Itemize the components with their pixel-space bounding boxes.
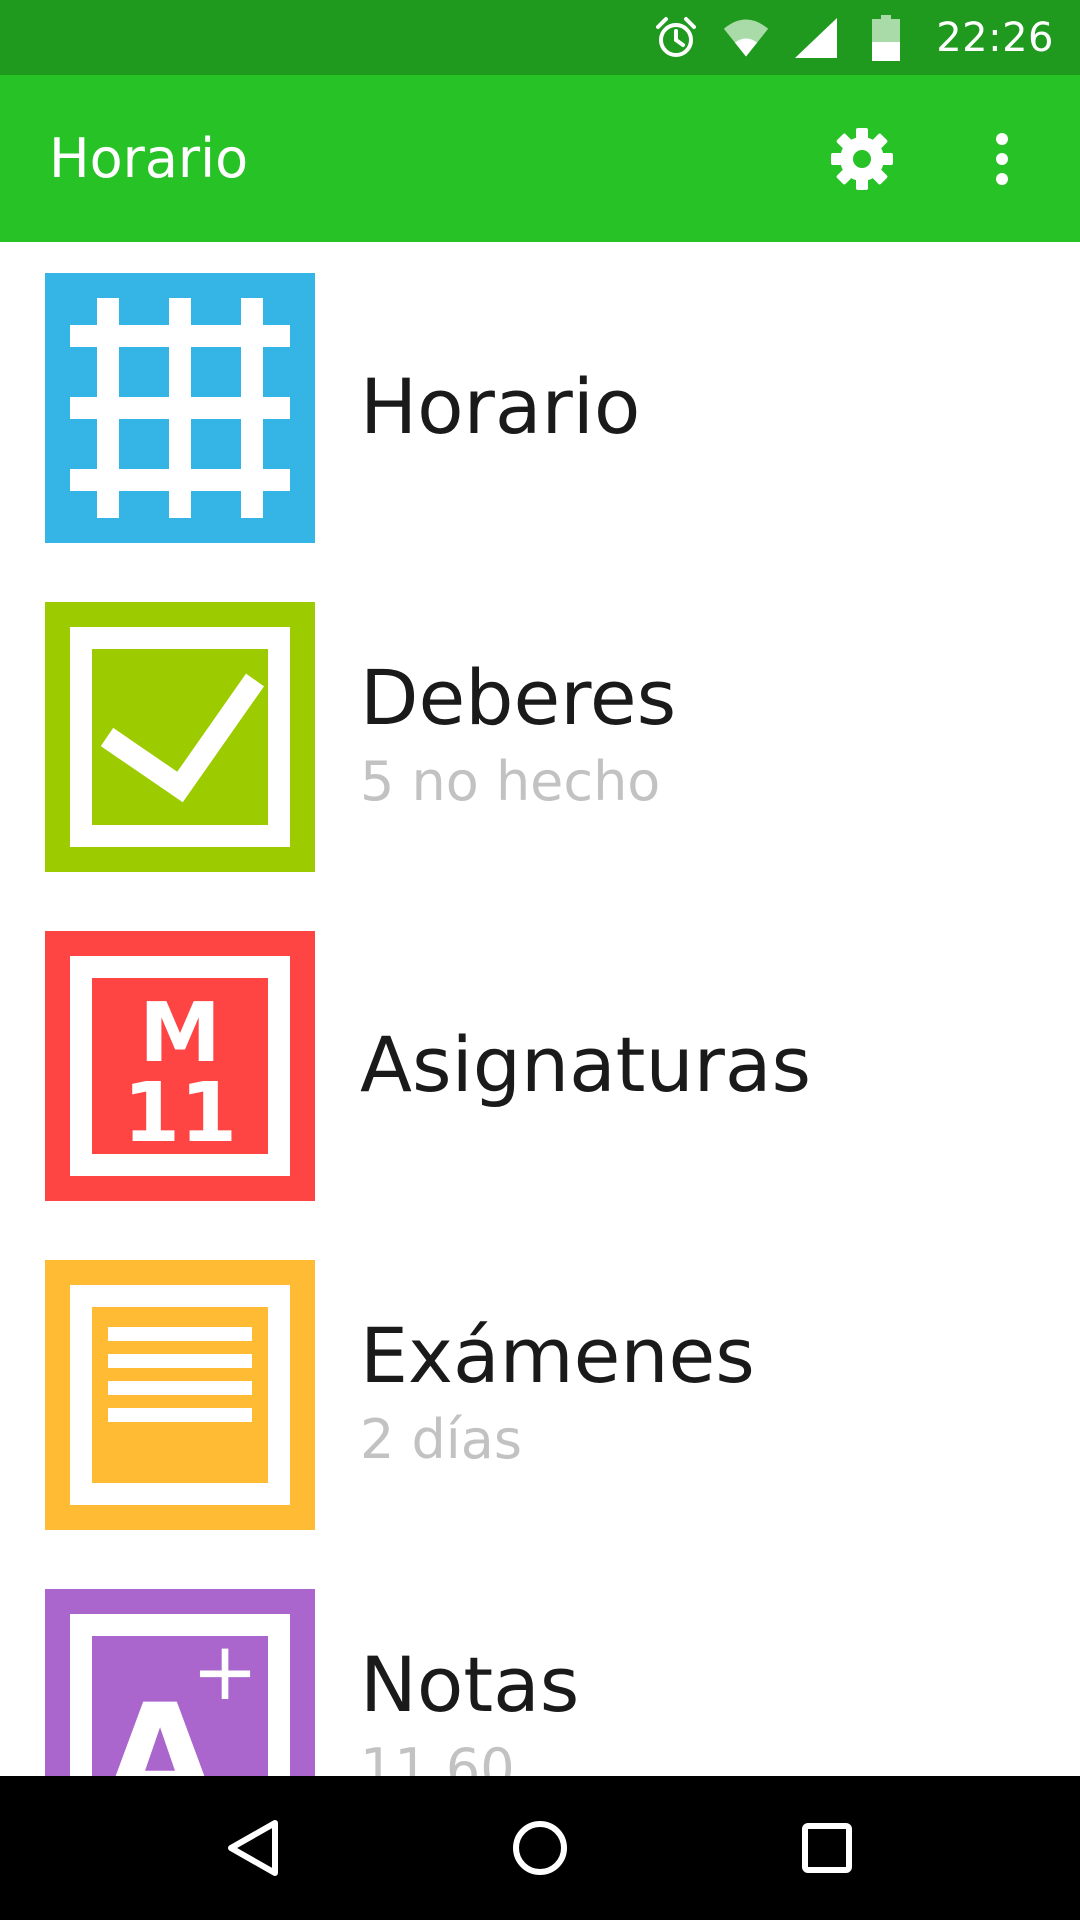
checkmark-icon: [45, 602, 315, 872]
menu-item-texts: Deberes 5 no hecho: [360, 571, 676, 900]
overflow-menu-button[interactable]: [956, 113, 1048, 205]
menu-item-subtitle: 11,60: [360, 1737, 515, 1776]
svg-text:11: 11: [123, 1066, 237, 1161]
menu-item-deberes[interactable]: Deberes 5 no hecho: [0, 571, 1080, 900]
back-icon: [228, 1820, 279, 1876]
overflow-menu-icon: [996, 132, 1008, 185]
svg-text:+: +: [191, 1625, 258, 1718]
navigation-bar: [0, 1776, 1080, 1920]
menu-item-label: Notas: [360, 1639, 580, 1729]
recents-button[interactable]: [772, 1793, 882, 1903]
back-button[interactable]: [198, 1793, 308, 1903]
menu-item-notas[interactable]: A + Notas 11,60: [0, 1558, 1080, 1776]
signal-icon: [792, 14, 840, 62]
home-button[interactable]: [485, 1793, 595, 1903]
menu-item-horario[interactable]: Horario: [0, 242, 1080, 571]
menu-item-label: Asignaturas: [360, 1019, 812, 1109]
exam-sheet-icon: [45, 1260, 315, 1530]
battery-icon: [862, 14, 910, 62]
app-title: Horario: [49, 127, 249, 190]
settings-button[interactable]: [816, 113, 908, 205]
menu-item-label: Deberes: [360, 652, 677, 742]
home-icon: [512, 1821, 567, 1875]
menu-item-label: Exámenes: [360, 1310, 755, 1400]
clock-time: 22:26: [936, 14, 1054, 61]
status-bar: 22:26: [0, 0, 1080, 75]
menu-item-texts: Notas 11,60: [360, 1558, 579, 1776]
menu-item-texts: Asignaturas: [360, 900, 811, 1229]
app-bar: Horario: [0, 75, 1080, 242]
alarm-icon: [652, 14, 700, 62]
timetable-grid-icon: [45, 273, 315, 543]
menu-item-asignaturas[interactable]: M 11 Asignaturas: [0, 900, 1080, 1229]
menu-item-subtitle: 2 días: [360, 1408, 523, 1472]
gear-icon: [831, 127, 893, 190]
menu-item-label: Horario: [360, 361, 641, 451]
grade-a-plus-icon: A +: [45, 1589, 315, 1776]
recents-icon: [801, 1823, 852, 1873]
menu-item-subtitle: 5 no hecho: [360, 750, 661, 814]
subject-badge-icon: M 11: [45, 931, 315, 1201]
menu-item-texts: Exámenes 2 días: [360, 1229, 755, 1558]
menu-item-examenes[interactable]: Exámenes 2 días: [0, 1229, 1080, 1558]
main-menu-list: Horario Deberes 5 no hecho M 11 Asignatu…: [0, 242, 1080, 1776]
wifi-icon: [722, 14, 770, 62]
menu-item-texts: Horario: [360, 242, 640, 571]
